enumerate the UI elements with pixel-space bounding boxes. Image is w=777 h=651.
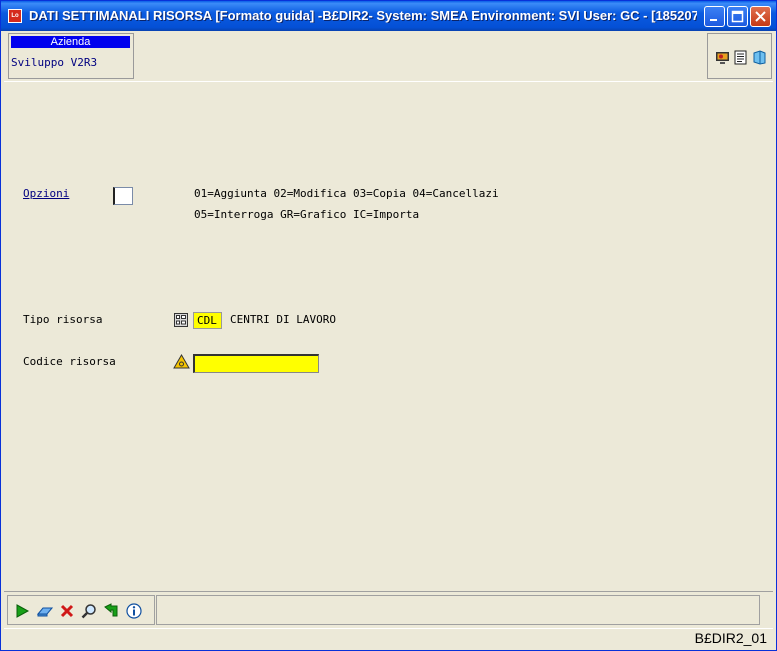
- monitor-icon[interactable]: [715, 50, 730, 65]
- status-bar: B£DIR2_01: [4, 628, 773, 650]
- warning-icon[interactable]: [173, 354, 190, 369]
- codice-risorsa-label: Codice risorsa: [23, 355, 116, 368]
- back-arrow-icon[interactable]: [103, 603, 119, 619]
- info-icon[interactable]: [126, 603, 142, 619]
- azienda-label: Azienda: [11, 36, 130, 48]
- opzioni-link[interactable]: Opzioni: [23, 187, 69, 200]
- window-title: DATI SETTIMANALI RISORSA [Formato guida]…: [29, 8, 697, 23]
- play-icon[interactable]: [14, 603, 30, 619]
- minimize-icon: [710, 19, 717, 21]
- close-button[interactable]: [750, 6, 771, 27]
- search-icon[interactable]: [81, 603, 97, 619]
- azienda-value: Sviluppo V2R3: [11, 56, 98, 69]
- title-bar[interactable]: Lo DATI SETTIMANALI RISORSA [Formato gui…: [1, 1, 776, 31]
- message-area: [156, 595, 760, 625]
- maximize-icon: [731, 10, 744, 23]
- app-icon[interactable]: Lo: [8, 9, 22, 23]
- codice-risorsa-input[interactable]: [193, 354, 319, 373]
- action-buttons: [7, 595, 155, 625]
- tipo-risorsa-label: Tipo risorsa: [23, 313, 103, 326]
- program-id: B£DIR2_01: [694, 630, 767, 646]
- azienda-box: Azienda Sviluppo V2R3: [8, 33, 134, 79]
- cancel-icon[interactable]: [59, 603, 75, 619]
- tipo-risorsa-description: CENTRI DI LAVORO: [230, 313, 336, 326]
- book-icon[interactable]: [752, 50, 767, 65]
- app-window: Lo DATI SETTIMANALI RISORSA [Formato gui…: [0, 0, 777, 651]
- minimize-button[interactable]: [704, 6, 725, 27]
- opzioni-input[interactable]: [113, 187, 133, 205]
- header-area: Azienda Sviluppo V2R3: [4, 31, 773, 82]
- list-lookup-icon[interactable]: [174, 313, 188, 327]
- bottom-toolbar: [4, 591, 773, 628]
- document-icon[interactable]: [733, 50, 748, 65]
- tools-box: [707, 33, 772, 79]
- options-legend-line2: 05=Interroga GR=Grafico IC=Importa: [194, 208, 420, 221]
- tipo-risorsa-code-field[interactable]: CDL: [193, 312, 222, 329]
- eraser-icon[interactable]: [37, 603, 53, 619]
- options-legend-line1: 01=Aggiunta 02=Modifica 03=Copia 04=Canc…: [194, 187, 499, 200]
- close-icon: [755, 11, 766, 22]
- maximize-button[interactable]: [727, 6, 748, 27]
